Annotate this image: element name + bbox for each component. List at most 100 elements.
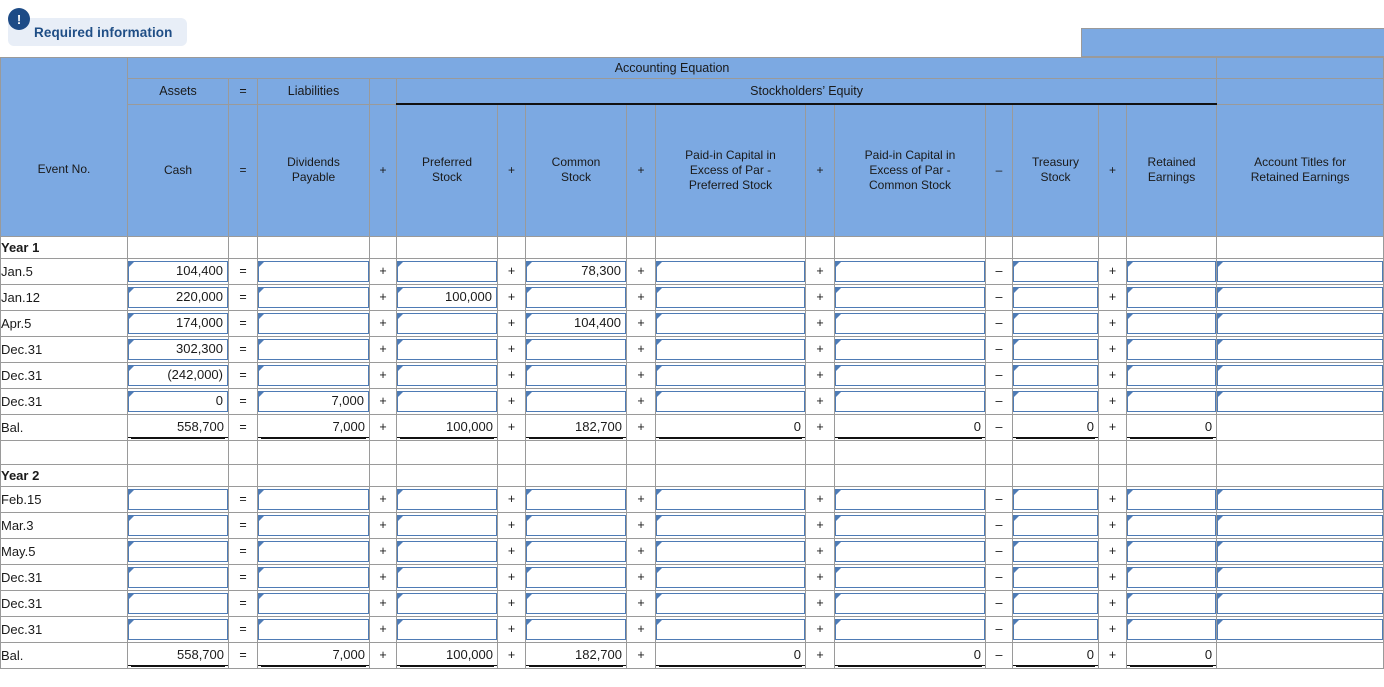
input-div_payable-s1r3[interactable] bbox=[258, 566, 369, 588]
input-cash-s0r5[interactable]: 0 bbox=[128, 390, 228, 412]
input-account-titles-s1r4[interactable] bbox=[1217, 592, 1384, 614]
input-cash-s1r0[interactable] bbox=[128, 488, 228, 510]
input-retained_earnings-s1r4[interactable] bbox=[1127, 592, 1217, 614]
input-account-titles-s1r1[interactable] bbox=[1217, 514, 1384, 536]
input-preferred_stock-s0r4[interactable] bbox=[397, 364, 497, 386]
input-pic_excess_common-s0r2[interactable] bbox=[835, 312, 985, 334]
input-common_stock-s0r3[interactable] bbox=[526, 338, 626, 360]
input-account-titles-s0r1[interactable] bbox=[1217, 286, 1384, 308]
input-pic_excess_preferred-s0r3[interactable] bbox=[656, 338, 805, 360]
input-preferred_stock-s0r2[interactable] bbox=[397, 312, 497, 334]
input-common_stock-s0r5[interactable] bbox=[526, 390, 626, 412]
input-account-titles-s0r5[interactable] bbox=[1217, 390, 1384, 412]
input-account-titles-s0r0[interactable] bbox=[1217, 260, 1384, 282]
input-cash-s0r1[interactable]: 220,000 bbox=[128, 286, 228, 308]
input-pic_excess_preferred-s1r2[interactable] bbox=[656, 540, 805, 562]
input-common_stock-s0r1[interactable] bbox=[526, 286, 626, 308]
input-account-titles-s0r3[interactable] bbox=[1217, 338, 1384, 360]
input-retained_earnings-s0r1[interactable] bbox=[1127, 286, 1217, 308]
input-preferred_stock-s1r5[interactable] bbox=[397, 618, 497, 640]
input-common_stock-s1r5[interactable] bbox=[526, 618, 626, 640]
input-retained_earnings-s1r1[interactable] bbox=[1127, 514, 1217, 536]
input-account-titles-s1r5[interactable] bbox=[1217, 618, 1384, 640]
input-pic_excess_common-s1r3[interactable] bbox=[835, 566, 985, 588]
input-retained_earnings-s1r2[interactable] bbox=[1127, 540, 1217, 562]
input-account-titles-s1r0[interactable] bbox=[1217, 488, 1384, 510]
input-treasury_stock-s1r5[interactable] bbox=[1013, 618, 1098, 640]
input-pic_excess_common-s1r0[interactable] bbox=[835, 488, 985, 510]
input-preferred_stock-s1r4[interactable] bbox=[397, 592, 497, 614]
input-cash-s1r2[interactable] bbox=[128, 540, 228, 562]
input-common_stock-s1r2[interactable] bbox=[526, 540, 626, 562]
input-treasury_stock-s1r3[interactable] bbox=[1013, 566, 1098, 588]
input-treasury_stock-s0r0[interactable] bbox=[1013, 260, 1098, 282]
input-preferred_stock-s1r0[interactable] bbox=[397, 488, 497, 510]
input-retained_earnings-s0r5[interactable] bbox=[1127, 390, 1217, 412]
input-treasury_stock-s1r0[interactable] bbox=[1013, 488, 1098, 510]
input-common_stock-s1r0[interactable] bbox=[526, 488, 626, 510]
input-div_payable-s0r4[interactable] bbox=[258, 364, 369, 386]
input-common_stock-s0r2[interactable]: 104,400 bbox=[526, 312, 626, 334]
input-div_payable-s0r5[interactable]: 7,000 bbox=[258, 390, 369, 412]
input-account-titles-s1r2[interactable] bbox=[1217, 540, 1384, 562]
input-treasury_stock-s1r4[interactable] bbox=[1013, 592, 1098, 614]
input-pic_excess_preferred-s1r1[interactable] bbox=[656, 514, 805, 536]
input-cash-s0r4[interactable]: (242,000) bbox=[128, 364, 228, 386]
input-div_payable-s1r5[interactable] bbox=[258, 618, 369, 640]
input-treasury_stock-s0r2[interactable] bbox=[1013, 312, 1098, 334]
input-common_stock-s1r4[interactable] bbox=[526, 592, 626, 614]
input-pic_excess_preferred-s0r4[interactable] bbox=[656, 364, 805, 386]
input-pic_excess_common-s0r0[interactable] bbox=[835, 260, 985, 282]
input-preferred_stock-s1r3[interactable] bbox=[397, 566, 497, 588]
input-cash-s1r4[interactable] bbox=[128, 592, 228, 614]
input-div_payable-s1r1[interactable] bbox=[258, 514, 369, 536]
input-retained_earnings-s1r3[interactable] bbox=[1127, 566, 1217, 588]
input-account-titles-s0r2[interactable] bbox=[1217, 312, 1384, 334]
input-common_stock-s1r3[interactable] bbox=[526, 566, 626, 588]
input-account-titles-s1r3[interactable] bbox=[1217, 566, 1384, 588]
input-retained_earnings-s1r5[interactable] bbox=[1127, 618, 1217, 640]
input-cash-s0r2[interactable]: 174,000 bbox=[128, 312, 228, 334]
input-pic_excess_preferred-s0r2[interactable] bbox=[656, 312, 805, 334]
input-preferred_stock-s0r5[interactable] bbox=[397, 390, 497, 412]
input-pic_excess_common-s1r1[interactable] bbox=[835, 514, 985, 536]
input-common_stock-s0r4[interactable] bbox=[526, 364, 626, 386]
input-pic_excess_preferred-s0r5[interactable] bbox=[656, 390, 805, 412]
input-retained_earnings-s0r0[interactable] bbox=[1127, 260, 1217, 282]
input-cash-s1r5[interactable] bbox=[128, 618, 228, 640]
input-common_stock-s1r1[interactable] bbox=[526, 514, 626, 536]
input-cash-s1r1[interactable] bbox=[128, 514, 228, 536]
input-common_stock-s0r0[interactable]: 78,300 bbox=[526, 260, 626, 282]
input-preferred_stock-s0r3[interactable] bbox=[397, 338, 497, 360]
input-preferred_stock-s1r2[interactable] bbox=[397, 540, 497, 562]
input-pic_excess_common-s1r4[interactable] bbox=[835, 592, 985, 614]
input-cash-s1r3[interactable] bbox=[128, 566, 228, 588]
input-treasury_stock-s0r1[interactable] bbox=[1013, 286, 1098, 308]
input-treasury_stock-s0r3[interactable] bbox=[1013, 338, 1098, 360]
input-pic_excess_common-s0r4[interactable] bbox=[835, 364, 985, 386]
input-pic_excess_common-s1r2[interactable] bbox=[835, 540, 985, 562]
input-preferred_stock-s0r0[interactable] bbox=[397, 260, 497, 282]
input-treasury_stock-s1r1[interactable] bbox=[1013, 514, 1098, 536]
input-pic_excess_preferred-s1r4[interactable] bbox=[656, 592, 805, 614]
input-preferred_stock-s1r1[interactable] bbox=[397, 514, 497, 536]
input-pic_excess_preferred-s1r3[interactable] bbox=[656, 566, 805, 588]
input-account-titles-s0r4[interactable] bbox=[1217, 364, 1384, 386]
input-retained_earnings-s0r2[interactable] bbox=[1127, 312, 1217, 334]
input-pic_excess_common-s0r5[interactable] bbox=[835, 390, 985, 412]
input-div_payable-s1r0[interactable] bbox=[258, 488, 369, 510]
input-pic_excess_preferred-s1r5[interactable] bbox=[656, 618, 805, 640]
input-pic_excess_preferred-s1r0[interactable] bbox=[656, 488, 805, 510]
input-div_payable-s1r4[interactable] bbox=[258, 592, 369, 614]
input-cash-s0r3[interactable]: 302,300 bbox=[128, 338, 228, 360]
input-div_payable-s0r1[interactable] bbox=[258, 286, 369, 308]
input-pic_excess_common-s0r3[interactable] bbox=[835, 338, 985, 360]
input-treasury_stock-s0r5[interactable] bbox=[1013, 390, 1098, 412]
input-treasury_stock-s0r4[interactable] bbox=[1013, 364, 1098, 386]
input-pic_excess_preferred-s0r0[interactable] bbox=[656, 260, 805, 282]
input-pic_excess_common-s0r1[interactable] bbox=[835, 286, 985, 308]
input-cash-s0r0[interactable]: 104,400 bbox=[128, 260, 228, 282]
input-retained_earnings-s0r3[interactable] bbox=[1127, 338, 1217, 360]
input-preferred_stock-s0r1[interactable]: 100,000 bbox=[397, 286, 497, 308]
input-div_payable-s1r2[interactable] bbox=[258, 540, 369, 562]
